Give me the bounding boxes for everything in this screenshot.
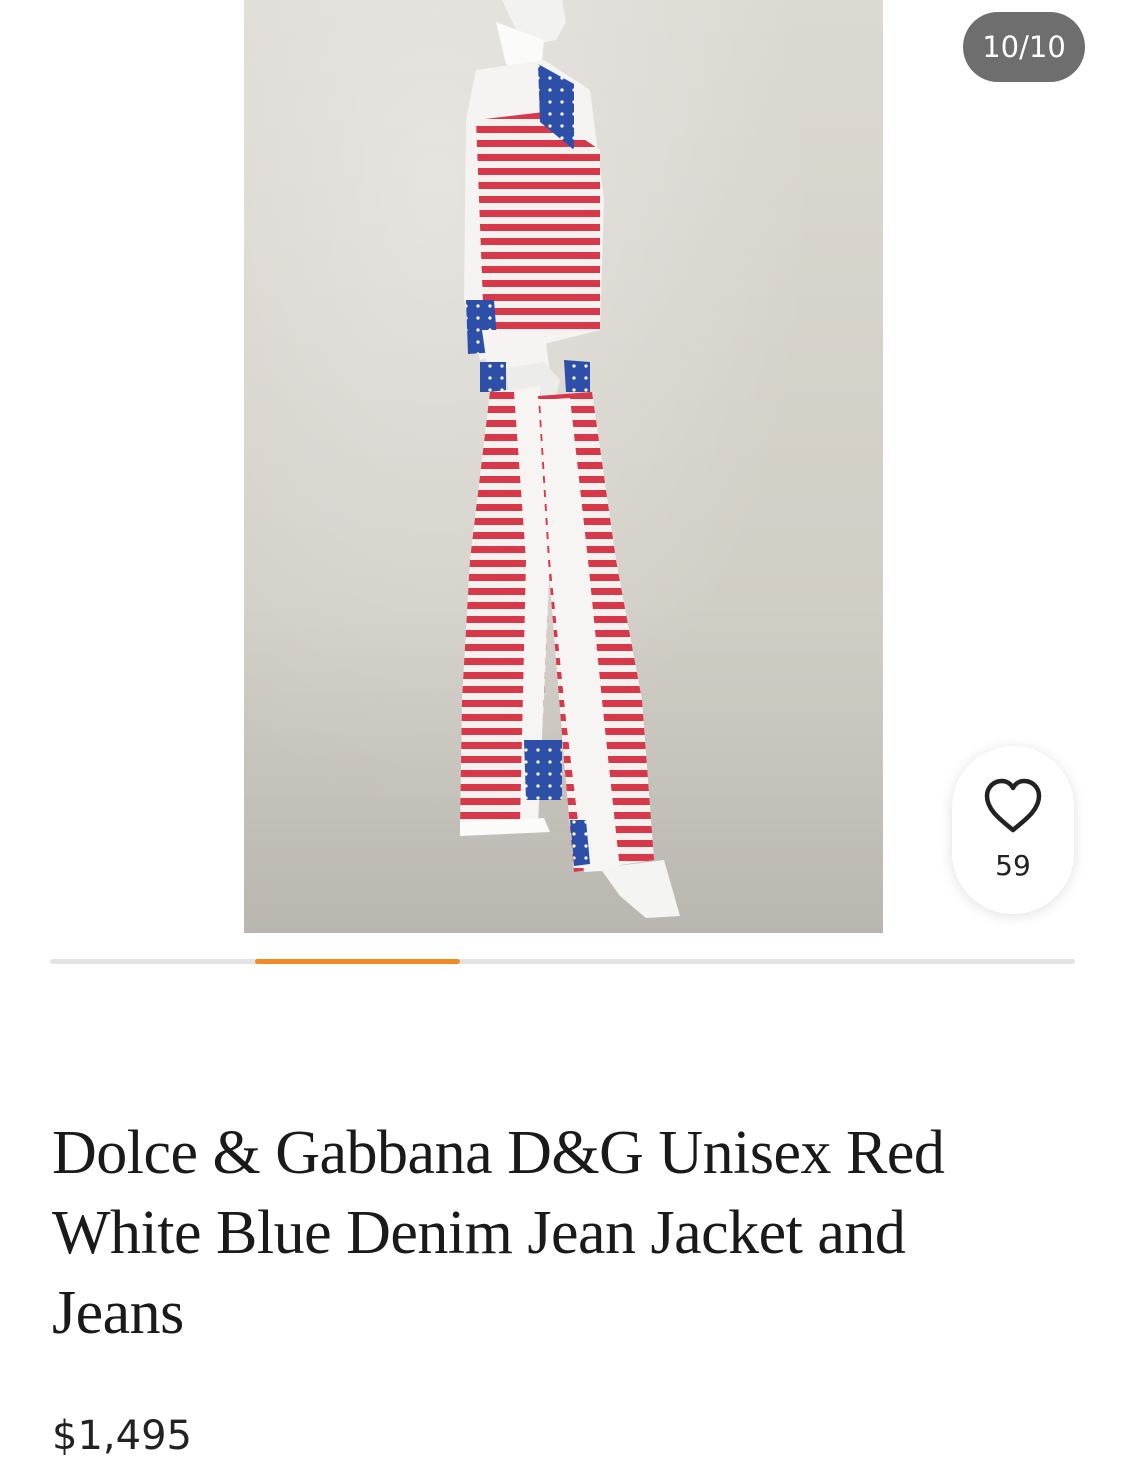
- product-title: Dolce & Gabbana D&G Unisex Red White Blu…: [52, 1119, 945, 1347]
- favorite-button[interactable]: 59: [952, 746, 1074, 914]
- product-price: $1,495: [52, 1413, 192, 1459]
- image-counter-badge: 10/10: [963, 12, 1085, 82]
- product-photo-illustration: [244, 0, 883, 933]
- gallery-progress-indicator: [255, 959, 460, 964]
- product-photo[interactable]: [244, 0, 883, 933]
- heart-icon: [984, 778, 1042, 833]
- favorite-count: 59: [995, 849, 1031, 882]
- product-image-gallery[interactable]: 10/10 59: [0, 0, 1125, 935]
- gallery-progress-track: [50, 959, 1075, 964]
